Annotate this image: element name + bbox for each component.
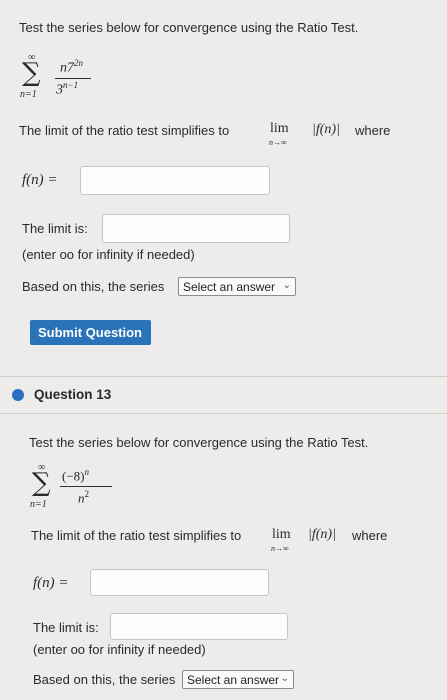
q12-fn-label: f(n) = (22, 172, 58, 188)
q12-limit-input[interactable] (102, 214, 290, 243)
q12-series: ∞ ∑ n=1 n72n 3n−1 (20, 52, 100, 104)
submit-question-button[interactable]: Submit Question (30, 320, 151, 345)
q12-numerator: n72n (60, 58, 83, 76)
q13-series-lower: n=1 (30, 499, 47, 510)
q13-instruction: Test the series below for convergence us… (29, 435, 369, 450)
q12-answer-select[interactable]: Select an answer ⌄ (178, 277, 296, 296)
q12-where-text: where (355, 123, 391, 138)
q12-instruction: Test the series below for convergence us… (19, 20, 359, 35)
q13-answer-select[interactable]: Select an answer ⌄ (182, 670, 294, 689)
q13-lim-expression: lim n→∞ (271, 527, 291, 553)
q13-fn-input[interactable] (90, 569, 269, 596)
chevron-down-icon: ⌄ (282, 280, 291, 291)
q12-select-value: Select an answer (183, 280, 276, 294)
q13-fn-label: f(n) = (33, 575, 69, 591)
q13-title: Question 13 (34, 387, 112, 402)
q12-series-lower: n=1 (20, 89, 37, 100)
q12-fn-input[interactable] (80, 166, 270, 195)
q13-numerator: (−8)n (62, 467, 89, 484)
q13-select-value: Select an answer (187, 673, 280, 687)
chevron-down-icon: ⌄ (280, 673, 289, 684)
q13-denominator: n2 (78, 489, 89, 506)
section-divider-bottom (0, 413, 447, 414)
q12-sigma-symbol: ∑ (22, 58, 41, 88)
q13-sigma-symbol: ∑ (32, 468, 51, 498)
q12-limit-text: The limit of the ratio test simplifies t… (19, 123, 230, 138)
q13-series: ∞ ∑ n=1 (−8)n n2 (28, 462, 128, 514)
q13-where-text: where (352, 528, 388, 543)
q12-based-text: Based on this, the series (22, 279, 165, 294)
q12-lim-expression: lim n→∞ (269, 121, 289, 147)
q13-infinity-hint: (enter oo for infinity if needed) (33, 642, 206, 657)
q13-limit-label: The limit is: (33, 620, 99, 635)
question-status-dot-icon (12, 389, 24, 401)
q12-abs-expr: |f(n)| (312, 122, 340, 137)
q12-denominator: 3n−1 (56, 80, 79, 98)
q13-limit-text: The limit of the ratio test simplifies t… (31, 528, 242, 543)
q13-limit-input[interactable] (110, 613, 288, 640)
q12-limit-label: The limit is: (22, 221, 88, 236)
q12-infinity-hint: (enter oo for infinity if needed) (22, 247, 195, 262)
q13-based-text: Based on this, the series (33, 672, 176, 687)
section-divider-top (0, 376, 447, 377)
q13-abs-expr: |f(n)| (308, 527, 336, 542)
